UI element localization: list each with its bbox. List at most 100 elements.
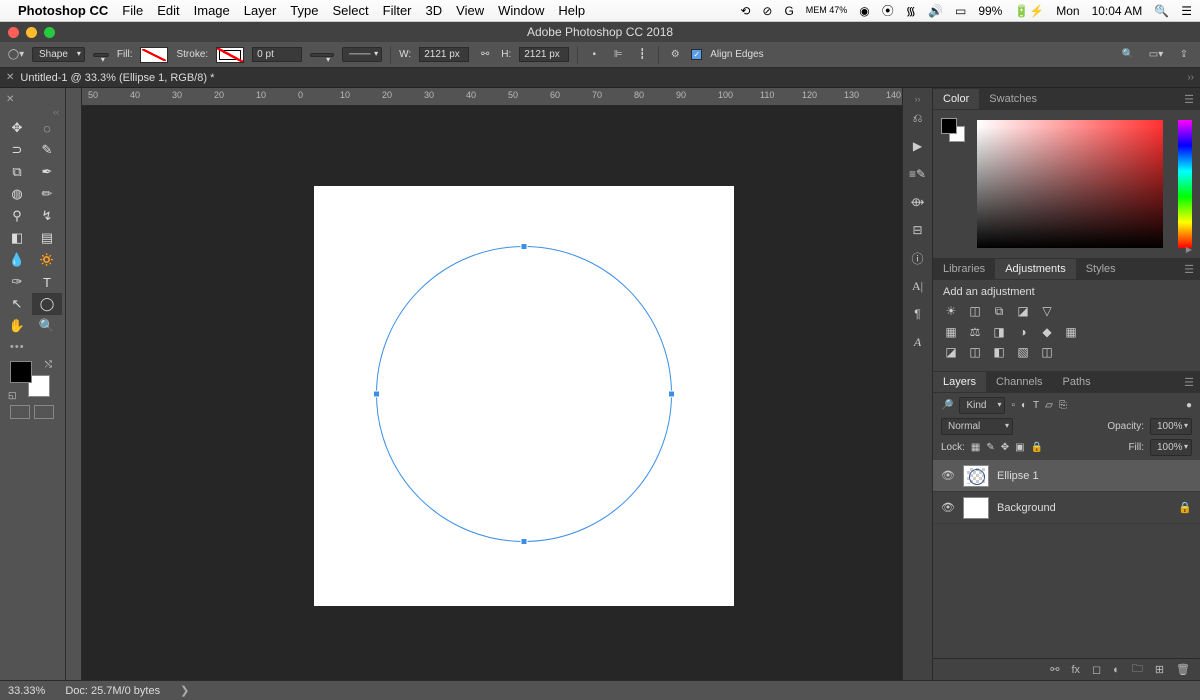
adj-hue-icon[interactable]: ▦	[943, 325, 959, 339]
zoom-tool[interactable]: 🔍	[32, 315, 62, 337]
app-name[interactable]: Photoshop CC	[18, 3, 108, 18]
layer-name[interactable]: Background	[997, 502, 1056, 514]
layer-name[interactable]: Ellipse 1	[997, 470, 1039, 482]
tool-mode-dd[interactable]	[93, 53, 109, 57]
fgbg-swatch[interactable]: ⤭ ◱	[10, 361, 50, 397]
menu-window[interactable]: Window	[498, 3, 544, 18]
tab-adjustments[interactable]: Adjustments	[995, 259, 1076, 279]
volume-icon[interactable]: 🔊	[928, 4, 943, 18]
menu-edit[interactable]: Edit	[157, 3, 179, 18]
vertical-ruler[interactable]	[66, 88, 82, 680]
adj-invert-icon[interactable]: ◪	[943, 345, 959, 359]
close-window-button[interactable]	[8, 27, 19, 38]
color-fgbg[interactable]	[941, 118, 965, 142]
swap-colors-icon[interactable]: ⤭	[45, 359, 52, 370]
height-input[interactable]: 2121 px	[519, 47, 569, 62]
zoom-window-button[interactable]	[44, 27, 55, 38]
screenmode-icon[interactable]	[34, 405, 54, 419]
filter-search-icon[interactable]: 🔎	[941, 400, 953, 411]
anchor-bottom[interactable]	[521, 538, 528, 545]
menu-filter[interactable]: Filter	[383, 3, 412, 18]
tab-paths[interactable]: Paths	[1053, 372, 1101, 392]
doc-size-readout[interactable]: Doc: 25.7M/0 bytes	[65, 685, 160, 697]
brush-panel-icon[interactable]: ≡✎	[903, 160, 932, 188]
blur-tool[interactable]: 💧	[2, 249, 32, 271]
clock-time[interactable]: 10:04 AM	[1092, 4, 1143, 18]
add-mask-icon[interactable]: ◻	[1092, 663, 1101, 676]
tab-channels[interactable]: Channels	[986, 372, 1052, 392]
sync-icon[interactable]: ⟲	[740, 4, 750, 18]
bluetooth-icon[interactable]: ⦿	[882, 2, 894, 19]
filter-adj-icon[interactable]: ◐	[1021, 400, 1027, 411]
quick-select-tool[interactable]: ✎	[32, 139, 62, 161]
menu-3d[interactable]: 3D	[426, 3, 443, 18]
filter-pixel-icon[interactable]: ▫	[1011, 400, 1015, 411]
hand-tool[interactable]: ✋	[2, 315, 32, 337]
eraser-tool[interactable]: ◧	[2, 227, 32, 249]
adj-post-icon[interactable]: ◫	[967, 345, 983, 359]
type-tool[interactable]: T	[32, 271, 62, 293]
adj-bw-icon[interactable]: ◨	[991, 325, 1007, 339]
anchor-left[interactable]	[373, 391, 380, 398]
history-panel-icon[interactable]: ⎌	[903, 104, 932, 132]
zoom-readout[interactable]: 33.33%	[8, 685, 45, 697]
lock-pixels-icon[interactable]: ✎	[986, 442, 994, 453]
layer-thumb[interactable]	[963, 465, 989, 487]
anchor-top[interactable]	[521, 243, 528, 250]
link-layers-icon[interactable]: ⚯	[1050, 663, 1059, 676]
edit-toolbar-icon[interactable]: •••	[2, 337, 63, 357]
tab-color[interactable]: Color	[933, 89, 979, 109]
tools-collapse-icon[interactable]: ‹‹	[2, 107, 63, 117]
brush-tool[interactable]: ✏	[32, 183, 62, 205]
artboard[interactable]	[314, 186, 734, 606]
stroke-swatch[interactable]	[216, 47, 244, 63]
adj-chmix-icon[interactable]: ◆	[1039, 325, 1055, 339]
ellipse-shape-tool[interactable]: ◯	[32, 293, 62, 315]
lock-trans-icon[interactable]: ▦	[971, 442, 980, 453]
display-icon[interactable]: ▭	[955, 4, 966, 18]
menu-view[interactable]: View	[456, 3, 484, 18]
dnd-icon[interactable]: ⊘	[762, 4, 772, 18]
character-panel-icon[interactable]: A|	[903, 272, 932, 300]
adj-thresh-icon[interactable]: ◧	[991, 345, 1007, 359]
search-icon[interactable]: 🔍	[1120, 47, 1136, 63]
horizontal-ruler[interactable]: 50 40 30 20 10 0 10 20 30 40 50 60 70 80…	[82, 88, 902, 106]
menu-layer[interactable]: Layer	[244, 3, 277, 18]
lock-artboard-icon[interactable]: ▣	[1015, 442, 1024, 453]
healing-tool[interactable]: ◍	[2, 183, 32, 205]
filter-smart-icon[interactable]: ⎘	[1059, 400, 1067, 411]
workspace-icon[interactable]: ▭▾	[1148, 47, 1164, 63]
minimize-window-button[interactable]	[26, 27, 37, 38]
menu-file[interactable]: File	[122, 3, 143, 18]
marquee-tool[interactable]: ◌	[32, 117, 62, 139]
tab-layers[interactable]: Layers	[933, 372, 986, 392]
adj-curves-icon[interactable]: ⧉	[991, 304, 1007, 319]
delete-layer-icon[interactable]: 🗑	[1176, 663, 1190, 676]
tab-libraries[interactable]: Libraries	[933, 259, 995, 279]
filter-toggle[interactable]: ●	[1186, 400, 1192, 411]
clone-panel-icon[interactable]: ⊟	[903, 216, 932, 244]
path-align-icon[interactable]: ⊫	[610, 47, 626, 63]
filter-type-icon[interactable]: T	[1033, 400, 1039, 411]
battery-icon[interactable]: 🔋⚡	[1014, 4, 1044, 18]
visibility-icon[interactable]: 👁	[941, 501, 955, 514]
tool-mode-select[interactable]: Shape	[32, 47, 85, 62]
new-fill-adj-icon[interactable]: ◐	[1113, 664, 1120, 676]
color-spectrum[interactable]	[977, 120, 1163, 248]
crop-tool[interactable]: ⧉	[2, 161, 32, 183]
fill-swatch[interactable]	[140, 47, 168, 63]
history-brush-tool[interactable]: ↯	[32, 205, 62, 227]
anchor-right[interactable]	[668, 391, 675, 398]
lock-icon[interactable]: 🔒	[1178, 501, 1192, 514]
lasso-tool[interactable]: ⊃	[2, 139, 32, 161]
adj-brightness-icon[interactable]: ☀	[943, 304, 959, 319]
info-panel-icon[interactable]: ⓘ	[903, 244, 932, 272]
dodge-tool[interactable]: 🔅	[32, 249, 62, 271]
menu-help[interactable]: Help	[558, 3, 585, 18]
expand-strip-icon[interactable]: ››	[903, 94, 932, 104]
ellipse-tool-preset-icon[interactable]: ◯▾	[8, 47, 24, 63]
foreground-color[interactable]	[10, 361, 32, 383]
wifi-icon[interactable]: ᯾	[906, 2, 916, 19]
eyedropper-tool[interactable]: ✒	[32, 161, 62, 183]
share-icon[interactable]: ⇪	[1176, 47, 1192, 63]
